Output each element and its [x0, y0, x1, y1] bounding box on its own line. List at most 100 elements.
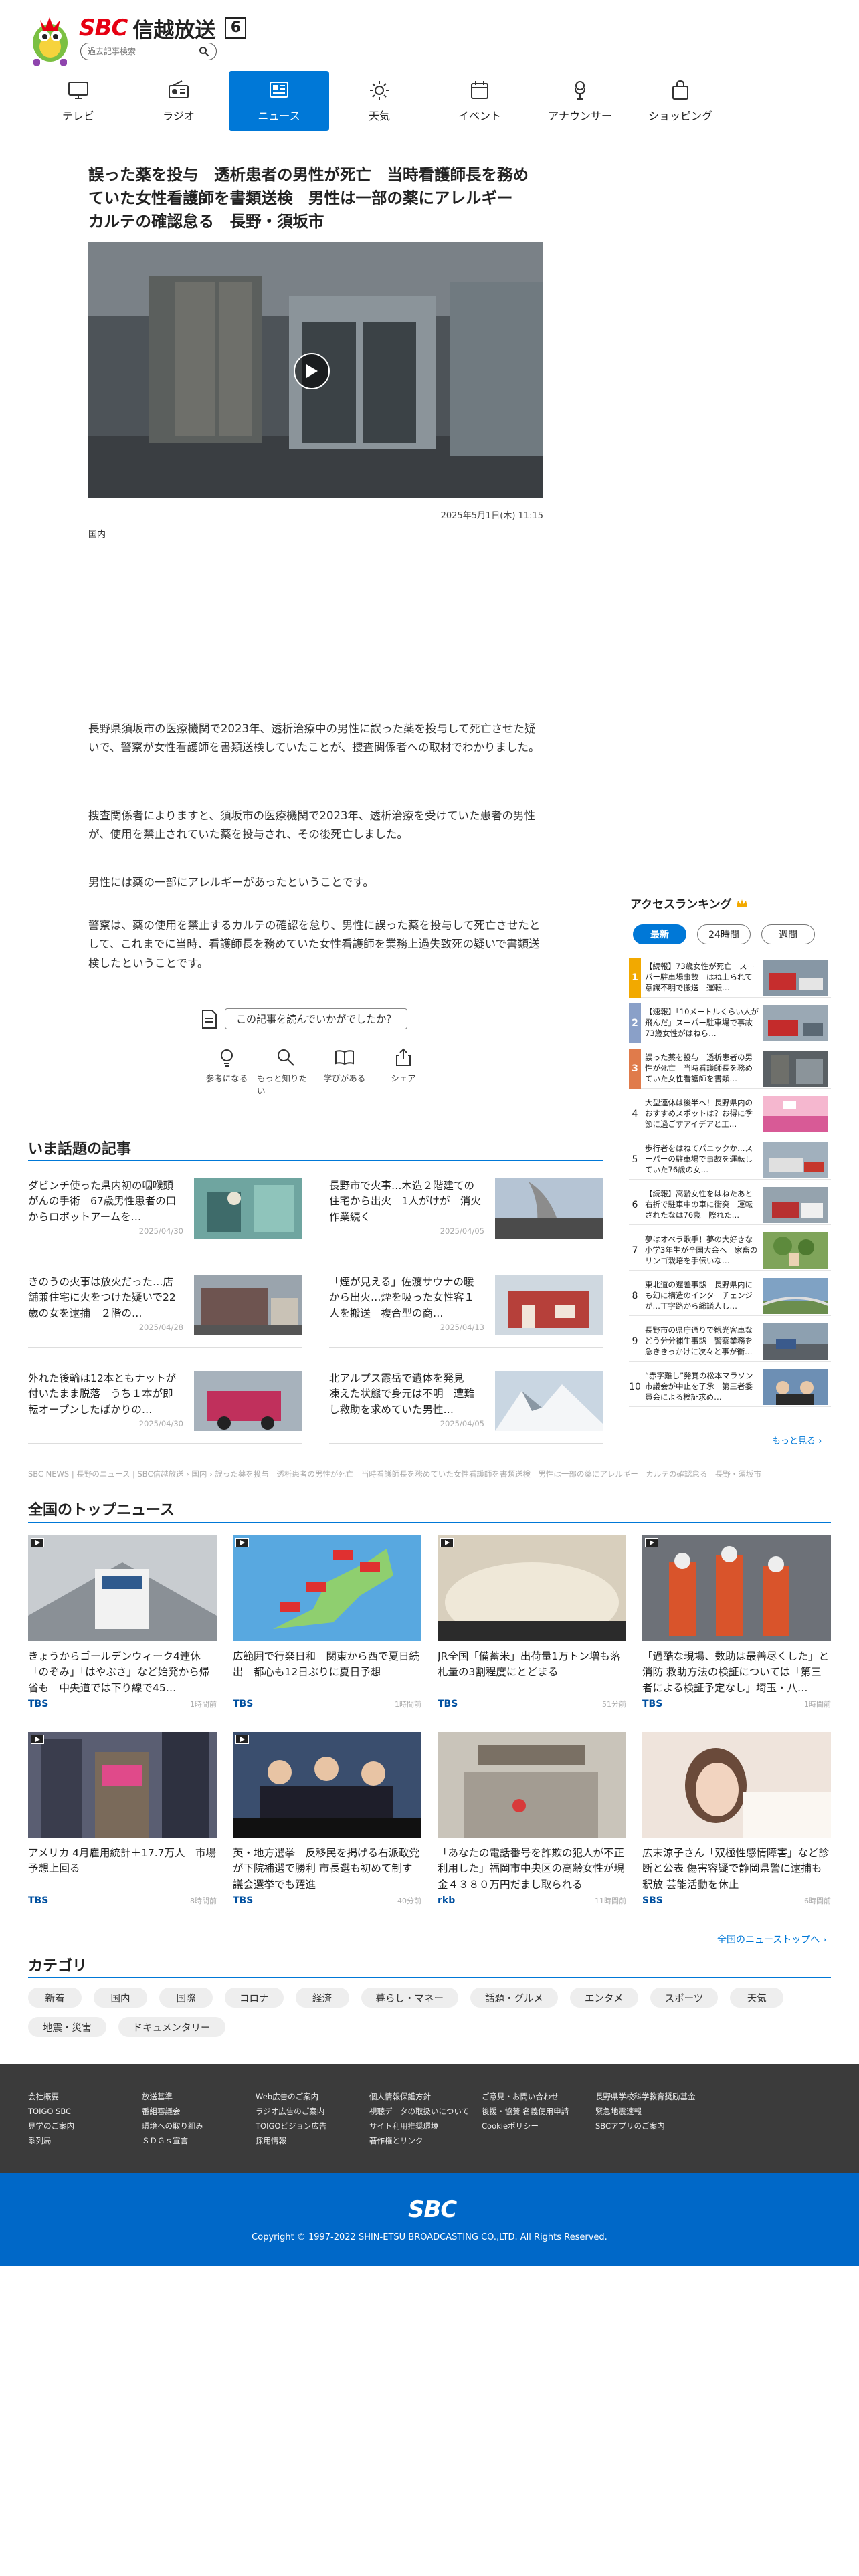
ranking-item[interactable]: 7 夢はオベラ歌手！夢の大好きな小学3年生が全国大会へ 家畜のリンゴ栽培を手伝い…: [629, 1230, 831, 1271]
footer-link[interactable]: 見学のご案内: [28, 2119, 74, 2133]
hot-section-title: いま話題の記事: [28, 1141, 132, 1158]
search-input[interactable]: [88, 47, 199, 56]
topnews-card[interactable]: きょうからゴールデンウィーク4連休「のぞみ」「はやぶさ」など始発から帰省も 中央…: [28, 1535, 217, 1709]
topnews-card[interactable]: JR全国「備蓄米」出荷量1万トン増も落札量の3割程度にとどまる TBS 51分前: [438, 1535, 626, 1709]
topnews-card[interactable]: 英・地方選挙 反移民を掲げる右派政党が下院補選で勝利 市長選も初めて制す 議会選…: [233, 1732, 421, 1906]
share-button[interactable]: シェア: [375, 1047, 432, 1097]
topnews-more-link[interactable]: 全国のニューストップへ ›: [717, 1933, 826, 1946]
ranking-tab-weekly[interactable]: 週間: [761, 924, 815, 944]
hot-article[interactable]: 長野市で火事…木造２階建ての住宅から出火 1人がけが 消火作業続く 2025/04…: [329, 1178, 603, 1239]
hot-article[interactable]: きのうの火事は放火だった…店舗兼住宅に火をつけた疑いで22歳の女を逮捕 ２階の……: [28, 1275, 302, 1335]
category-chip[interactable]: 国際: [159, 1988, 213, 2008]
topnews-card[interactable]: アメリカ 4月雇用統計＋17.7万人 市場予想上回る TBS 8時間前: [28, 1732, 217, 1906]
footer-link[interactable]: Cookieポリシー: [482, 2119, 569, 2133]
play-button[interactable]: [294, 353, 330, 389]
reaction-want-more-button[interactable]: もっと知りたい: [257, 1047, 314, 1097]
ranking-item[interactable]: 4 大型連休は後半へ！長野県内のおすすめスポットは？お得に季節に過ごすアイデアと…: [629, 1094, 831, 1134]
reaction-label: もっと知りたい: [257, 1073, 308, 1096]
footer-link[interactable]: 著作権とリンク: [369, 2133, 469, 2148]
category-chip[interactable]: 話題・グルメ: [470, 1988, 558, 2008]
ranking-item[interactable]: 9 長野市の県庁通りで観光客車などう分分補生事態 警察業務を急ききっかけに次々と…: [629, 1321, 831, 1362]
footer-link[interactable]: 会社概要: [28, 2089, 74, 2104]
news-time: 8時間前: [190, 1897, 217, 1905]
footer-link[interactable]: ご意見・お問い合わせ: [482, 2089, 569, 2104]
nav-item-weather[interactable]: 天気: [329, 71, 430, 131]
category-chip[interactable]: スポーツ: [650, 1988, 719, 2008]
category-chip[interactable]: 国内: [94, 1988, 147, 2008]
topnews-card[interactable]: 「あなたの電話番号を詐欺の犯人が不正利用した」福岡市中央区の高齢女性が現金４３８…: [438, 1732, 626, 1906]
hot-article-date: 2025/04/30: [138, 1226, 183, 1236]
footer-link[interactable]: サイト利用推奨環境: [369, 2119, 469, 2133]
topnews-card[interactable]: 広範囲で行楽日和 関東から西で夏日続出 都心も12日ぶりに夏日予想 TBS 1時間…: [233, 1535, 421, 1709]
ranking-item[interactable]: 1 【続報】73歳女性が死亡 スーパー駐車場事故 はね上られて意識不明で搬送 運…: [629, 957, 831, 998]
hot-article[interactable]: ダビンチ使った県内初の咽喉頭がんの手術 67歳男性患者の口からロボットアームを……: [28, 1178, 302, 1239]
category-chip[interactable]: コロナ: [225, 1988, 284, 2008]
footer-link[interactable]: TOIGOビジョン広告: [256, 2119, 326, 2133]
footer-link[interactable]: SBCアプリのご案内: [595, 2119, 696, 2133]
topnews-card[interactable]: 「過酷な現場、数助は最善尽くした」と消防 救助方法の検証については「第三者による…: [642, 1535, 831, 1709]
ranking-item[interactable]: 3 誤った薬を投与 透析患者の男性が死亡 当時看護師長を務めていた女性看護師を書…: [629, 1048, 831, 1089]
nav-item-radio[interactable]: ラジオ: [128, 71, 229, 131]
footer-link[interactable]: 採用情報: [256, 2133, 326, 2148]
footer-link[interactable]: 環境への取り組み: [142, 2119, 203, 2133]
reaction-label: 学びがある: [323, 1073, 366, 1083]
ranking-item-title: “赤字難し”発覚の松本マラソン 市議会が中止を了承 第三者委員会による検証求め…: [645, 1370, 753, 1402]
ranking-item[interactable]: 6 【続報】高齢女性をはねたあと右折で駐車中の車に衝突 運転されたなは76歳 際…: [629, 1185, 831, 1225]
ranking-item[interactable]: 5 歩行者をはねてパニックか…スーパーの駐車場で事故を運転していた76歳の女…: [629, 1140, 831, 1180]
news-time: 11時間前: [595, 1897, 626, 1905]
nav-label: アナウンサー: [548, 110, 612, 122]
footer-link[interactable]: 緊急地震速報: [595, 2104, 696, 2119]
footer-link[interactable]: TOIGO SBC: [28, 2104, 74, 2119]
reaction-helpful-button[interactable]: 参考になる: [198, 1047, 256, 1097]
category-chip[interactable]: 天気: [730, 1988, 784, 2008]
category-chip[interactable]: ドキュメンタリー: [118, 2017, 225, 2037]
article-title: 誤った薬を投与 透析患者の男性が死亡 当時看護師長を務めていた女性看護師を書類送…: [88, 165, 529, 231]
site-logo[interactable]: SBC 信越放送 6: [79, 15, 247, 43]
footer-link[interactable]: 系列局: [28, 2133, 74, 2148]
topnews-card[interactable]: 広末涼子さん「双極性感情障害」など診断と公表 傷害容疑で静岡県警に逮捕も釈放 芸…: [642, 1732, 831, 1906]
reaction-learning-button[interactable]: 学びがある: [316, 1047, 373, 1097]
copyright: Copyright © 1997-2022 SHIN-ETSU BROADCAS…: [252, 2232, 607, 2242]
hot-article-date: 2025/04/28: [138, 1323, 183, 1332]
footer-links: 会社概要 TOIGO SBC 見学のご案内 系列局 放送基準 番組審議会 環境へ…: [0, 2064, 859, 2173]
footer-link[interactable]: 放送基準: [142, 2089, 203, 2104]
crown-icon: [736, 899, 747, 907]
footer-link[interactable]: 視聴データの取扱いについて: [369, 2104, 469, 2119]
rank-number: 5: [632, 1154, 638, 1165]
nav-item-announcer[interactable]: アナウンサー: [530, 71, 630, 131]
nav-item-shopping[interactable]: ショッピング: [630, 71, 731, 131]
ranking-thumbnail: [763, 1004, 828, 1041]
footer-link[interactable]: 個人情報保護方針: [369, 2089, 469, 2104]
category-section-divider: [28, 1977, 831, 1978]
category-chip[interactable]: 経済: [295, 1988, 349, 2008]
nav-item-tv[interactable]: テレビ: [28, 71, 128, 131]
hot-article-date: 2025/04/13: [440, 1323, 484, 1332]
news-source: TBS: [642, 1699, 663, 1709]
category-chip[interactable]: エンタメ: [570, 1988, 638, 2008]
ranking-item[interactable]: 10 “赤字難し”発覚の松本マラソン 市議会が中止を了承 第三者委員会による検証…: [629, 1367, 831, 1407]
nav-item-event[interactable]: イベント: [430, 71, 530, 131]
footer-link[interactable]: ＳＤＧｓ宣言: [142, 2133, 203, 2148]
footer-link[interactable]: Web広告のご案内: [256, 2089, 326, 2104]
ranking-tab-24h[interactable]: 24時間: [697, 924, 751, 944]
hot-article[interactable]: 「煙が見える」佐渡サウナの暖から出火…煙を吸った女性客１人を搬送 複合型の商… 2…: [329, 1275, 603, 1335]
footer-link[interactable]: ラジオ広告のご案内: [256, 2104, 326, 2119]
hot-article[interactable]: 外れた後輪は12本ともナットが付いたまま脱落 うち１本が即転オープンしたばかりの…: [28, 1371, 302, 1431]
nav-item-news[interactable]: ニュース: [229, 71, 329, 131]
ranking-item[interactable]: 8 東北道の遅差事態 長野県内にも幻に構造のインターチェンジが…丁字路から総議人…: [629, 1276, 831, 1316]
category-chip[interactable]: 地震・災害: [28, 2017, 106, 2037]
footer-logo[interactable]: SBC: [408, 2196, 457, 2223]
ranking-item[interactable]: 2 【速報】「10メートルくらい人が飛んだ」スーパー駐車場で事故 73歳女性がは…: [629, 1002, 831, 1043]
ranking-more-link[interactable]: もっと見る ›: [772, 1434, 822, 1446]
rank-number: 10: [629, 1381, 641, 1392]
footer-link[interactable]: 長野県学校科学教育奨励基金: [595, 2089, 696, 2104]
hot-article[interactable]: 北アルプス霞岳で遺体を発見 凍えた状態で身元は不明 遭難し救助を求めていた男性……: [329, 1371, 603, 1431]
footer-link[interactable]: 番組審議会: [142, 2104, 203, 2119]
category-chip[interactable]: 暮らし・マネー: [361, 1988, 458, 2008]
mascot-logo[interactable]: [27, 11, 74, 67]
footer-link[interactable]: 後援・協賛 名義使用申請: [482, 2104, 569, 2119]
category-chip[interactable]: 新着: [28, 1988, 82, 2008]
article-category-link[interactable]: 国内: [88, 527, 106, 540]
search-icon[interactable]: [199, 46, 209, 57]
ranking-tab-latest[interactable]: 最新: [633, 924, 686, 944]
